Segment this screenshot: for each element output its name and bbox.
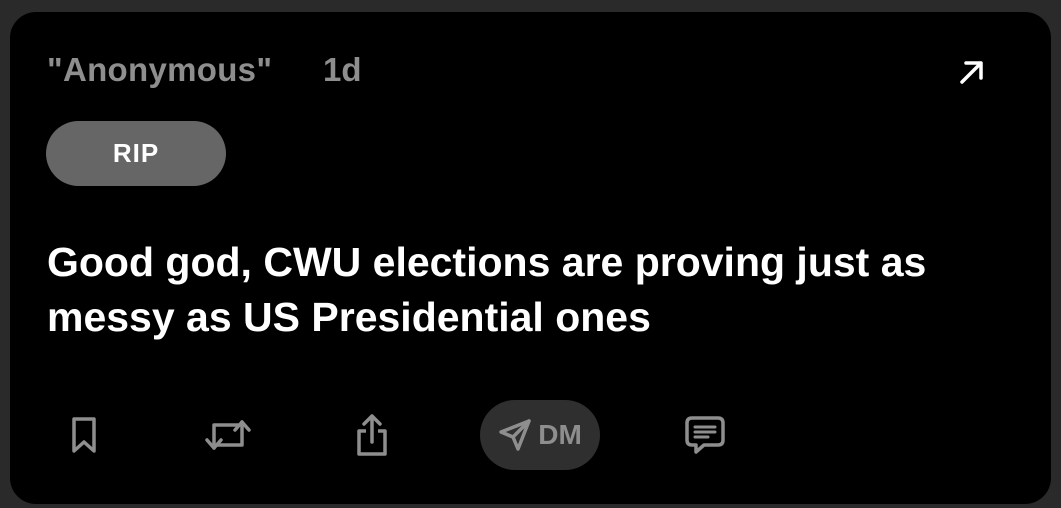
post-body: Good god, CWU elections are proving just…: [47, 239, 927, 340]
share-button[interactable]: [352, 400, 392, 470]
bookmark-icon: [72, 417, 96, 453]
open-post-button[interactable]: [952, 52, 992, 92]
comment-button[interactable]: [682, 400, 728, 470]
dm-button[interactable]: DM: [480, 400, 600, 470]
repost-button[interactable]: [202, 400, 254, 470]
post-card: "Anonymous" 1d RIP Good god, CWU electio…: [10, 12, 1051, 504]
repost-icon: [205, 420, 251, 450]
tag-label: RIP: [112, 138, 160, 168]
dm-label: DM: [538, 419, 582, 450]
send-icon: [499, 419, 531, 451]
comment-icon: [685, 416, 725, 454]
share-icon: [357, 414, 387, 456]
post-time: 1d: [323, 51, 362, 88]
bookmark-button[interactable]: [62, 400, 106, 470]
author-name: "Anonymous": [47, 51, 273, 88]
tag-badge[interactable]: RIP: [46, 121, 226, 186]
arrow-up-right-icon: [960, 61, 983, 84]
action-bar: DM: [10, 400, 1051, 470]
